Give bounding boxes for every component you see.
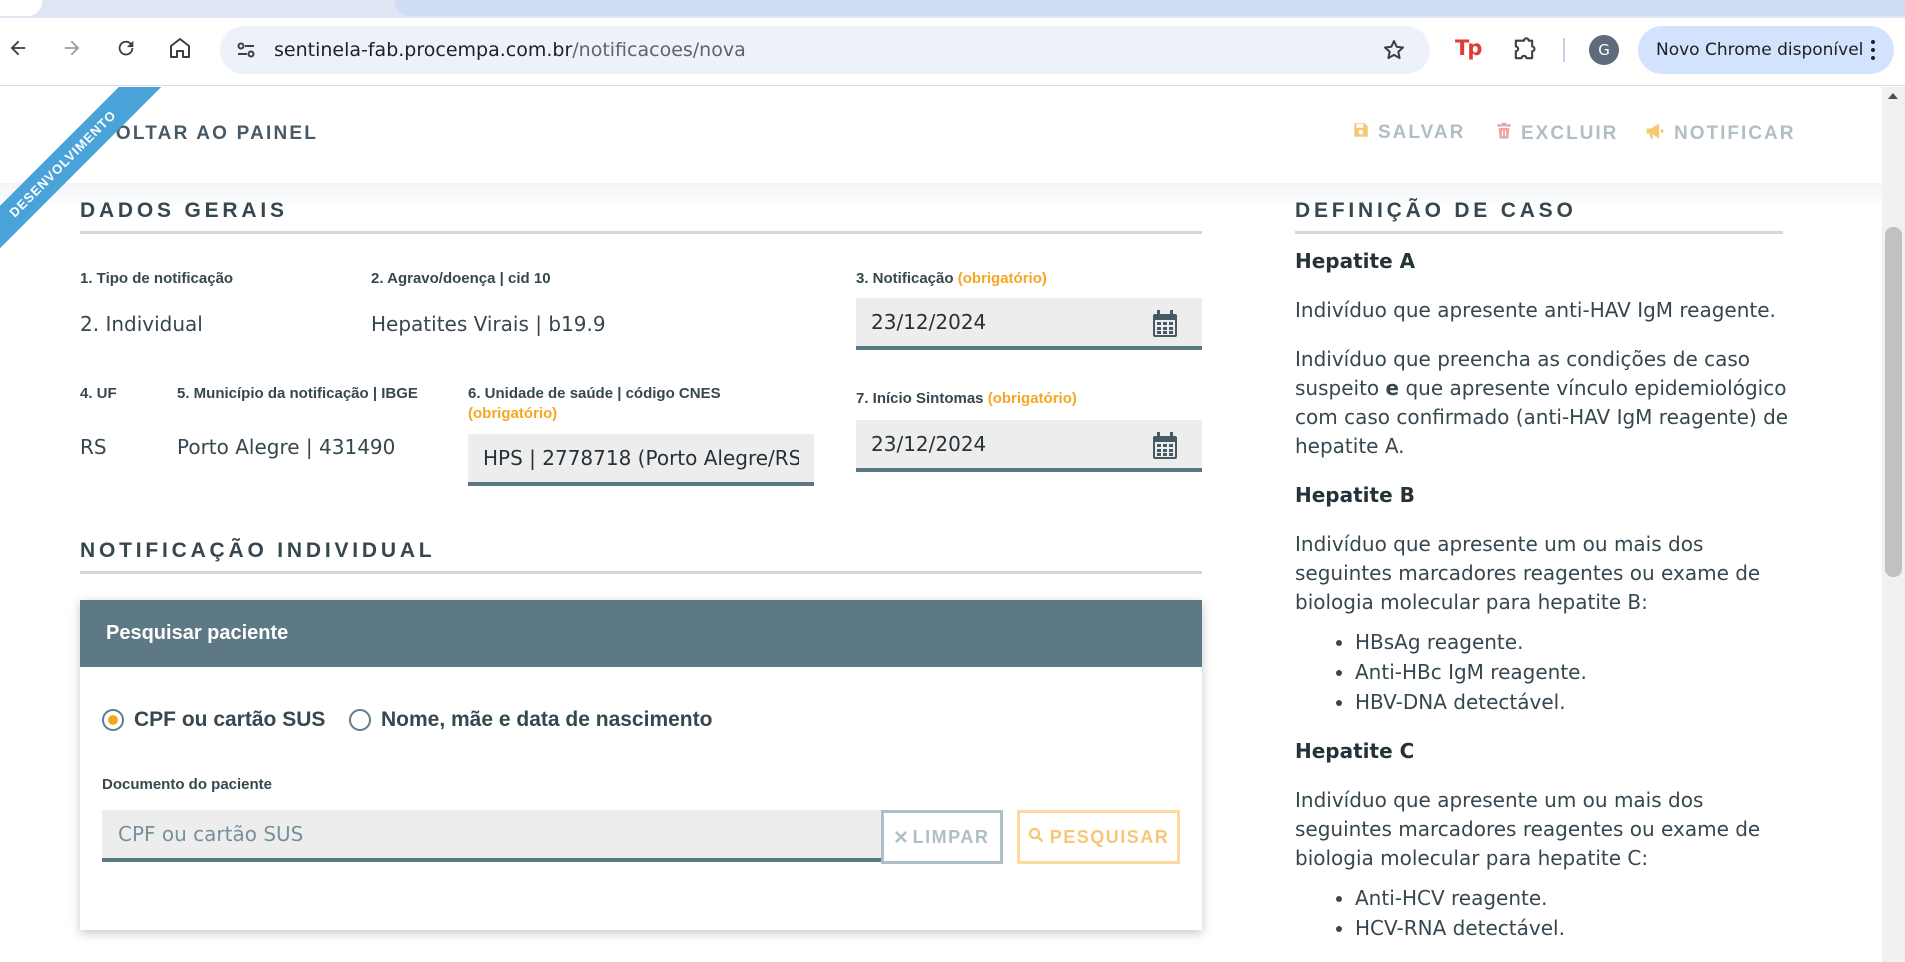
chrome-update-button[interactable]: Novo Chrome disponível bbox=[1638, 26, 1894, 74]
label-unidade-text: 6. Unidade de saúde | código CNES bbox=[468, 385, 721, 402]
label-agravo: 2. Agravo/doença | cid 10 bbox=[371, 270, 551, 287]
label-inicio-sintomas: 7. Início Sintomas (obrigatório) bbox=[856, 389, 1077, 409]
label-municipio: 5. Município da notificação | IBGE bbox=[177, 385, 418, 402]
radio-nome-label: Nome, mãe e data de nascimento bbox=[381, 708, 713, 731]
calendar-icon[interactable] bbox=[1152, 310, 1178, 338]
hepatite-c-list: Anti-HCV reagente. HCV-RNA detectável. bbox=[1355, 883, 1795, 943]
page-content: VOLTAR AO PAINEL SALVAR EXCLUIR NOTIFICA… bbox=[0, 87, 1882, 962]
hepatite-c-heading: Hepatite C bbox=[1295, 739, 1415, 763]
radio-cpf-label: CPF ou cartão SUS bbox=[134, 708, 326, 731]
extension-tp-icon[interactable]: Tp bbox=[1455, 36, 1482, 60]
home-icon[interactable] bbox=[164, 32, 196, 64]
back-icon[interactable] bbox=[2, 32, 34, 64]
browser-tabstrip bbox=[0, 0, 1905, 18]
url-path: /notificacoes/nova bbox=[572, 39, 746, 61]
floppy-disk-icon bbox=[1352, 121, 1370, 145]
notify-label: NOTIFICAR bbox=[1674, 123, 1796, 144]
radio-cpf[interactable] bbox=[102, 709, 124, 731]
address-bar[interactable]: sentinela-fab.procempa.com.br/notificaco… bbox=[220, 26, 1430, 74]
radio-nome[interactable] bbox=[349, 709, 371, 731]
label-tipo-notificacao: 1. Tipo de notificação bbox=[80, 270, 234, 287]
trash-icon bbox=[1495, 121, 1513, 147]
top-action-bar: VOLTAR AO PAINEL SALVAR EXCLUIR NOTIFICA… bbox=[0, 87, 1882, 183]
inicio-sintomas-value: 23/12/2024 bbox=[871, 432, 987, 456]
save-label: SALVAR bbox=[1378, 122, 1466, 143]
clear-label: LIMPAR bbox=[912, 826, 990, 847]
bookmark-star-icon[interactable] bbox=[1382, 38, 1406, 62]
page-scrollbar[interactable] bbox=[1882, 87, 1905, 962]
list-item: Anti-HBc IgM reagente. bbox=[1355, 657, 1795, 687]
section-title-notificacao-individual: NOTIFICAÇÃO INDIVIDUAL bbox=[80, 539, 1202, 574]
label-notificacao: 3. Notificação (obrigatório) bbox=[856, 269, 1047, 289]
save-button[interactable]: SALVAR bbox=[1352, 121, 1465, 145]
list-item: Anti-HCV reagente. bbox=[1355, 883, 1795, 913]
documento-paciente-input[interactable] bbox=[102, 810, 920, 858]
hepatite-b-heading: Hepatite B bbox=[1295, 483, 1415, 507]
label-notificacao-text: 3. Notificação bbox=[856, 270, 954, 287]
hepatite-a-paragraph-2: Indivíduo que preencha as condições de c… bbox=[1295, 345, 1795, 461]
radio-cpf-option[interactable]: CPF ou cartão SUS bbox=[102, 708, 325, 732]
value-municipio: Porto Alegre | 431490 bbox=[177, 435, 396, 459]
section-title-definicao-caso: DEFINIÇÃO DE CASO bbox=[1295, 199, 1783, 234]
case-definition-content: Hepatite A Indivíduo que apresente anti-… bbox=[1295, 247, 1795, 962]
notificacao-date-value: 23/12/2024 bbox=[871, 310, 987, 334]
tabstrip-background bbox=[395, 0, 1905, 16]
forward-icon[interactable] bbox=[56, 32, 88, 64]
patient-search-card: Pesquisar paciente CPF ou cartão SUS Nom… bbox=[80, 600, 1202, 930]
calendar-icon[interactable] bbox=[1152, 432, 1178, 460]
site-info-icon[interactable] bbox=[234, 38, 258, 62]
kebab-menu-icon[interactable] bbox=[1870, 38, 1876, 62]
toolbar-separator bbox=[1563, 38, 1565, 62]
required-tag: (obrigatório) bbox=[957, 270, 1047, 287]
label-unidade-saude: 6. Unidade de saúde | código CNES (obriga… bbox=[468, 384, 798, 424]
radio-nome-option[interactable]: Nome, mãe e data de nascimento bbox=[349, 708, 712, 732]
required-tag: (obrigatório) bbox=[468, 405, 558, 422]
search-icon bbox=[1028, 827, 1044, 848]
hepatite-a-paragraph-1: Indivíduo que apresente anti-HAV IgM rea… bbox=[1295, 298, 1776, 322]
scroll-thumb[interactable] bbox=[1885, 227, 1902, 577]
url-text[interactable]: sentinela-fab.procempa.com.br/notificaco… bbox=[274, 39, 746, 61]
hepatite-b-list: HBsAg reagente. Anti-HBc IgM reagente. H… bbox=[1355, 627, 1795, 717]
search-label: PESQUISAR bbox=[1049, 826, 1170, 847]
label-uf: 4. UF bbox=[80, 385, 117, 402]
label-inicio-text: 7. Início Sintomas bbox=[856, 390, 984, 407]
megaphone-icon bbox=[1644, 121, 1666, 147]
value-agravo: Hepatites Virais | b19.9 bbox=[371, 312, 606, 336]
notificacao-date-field[interactable]: 23/12/2024 bbox=[856, 298, 1202, 350]
url-host: sentinela-fab.procempa.com.br bbox=[274, 39, 573, 61]
scroll-up-arrow-icon[interactable] bbox=[1888, 93, 1898, 99]
back-to-dashboard-link[interactable]: VOLTAR AO PAINEL bbox=[101, 123, 318, 145]
clear-button[interactable]: LIMPAR bbox=[881, 810, 1003, 864]
list-item: HBsAg reagente. bbox=[1355, 627, 1795, 657]
list-item: HBV-DNA detectável. bbox=[1355, 687, 1795, 717]
section-title-dados-gerais: DADOS GERAIS bbox=[80, 199, 1202, 234]
extensions-puzzle-icon[interactable] bbox=[1510, 36, 1538, 64]
hepatite-b-paragraph: Indivíduo que apresente um ou mais dos s… bbox=[1295, 532, 1761, 614]
required-tag: (obrigatório) bbox=[987, 390, 1077, 407]
search-button[interactable]: PESQUISAR bbox=[1017, 810, 1180, 864]
update-label: Novo Chrome disponível bbox=[1656, 40, 1864, 60]
inicio-sintomas-date-field[interactable]: 23/12/2024 bbox=[856, 420, 1202, 472]
card-title: Pesquisar paciente bbox=[80, 600, 1202, 667]
reload-icon[interactable] bbox=[110, 32, 142, 64]
documento-paciente-field[interactable] bbox=[102, 810, 920, 862]
value-tipo-notificacao: 2. Individual bbox=[80, 312, 203, 336]
delete-label: EXCLUIR bbox=[1521, 123, 1619, 144]
profile-avatar[interactable]: G bbox=[1589, 35, 1619, 65]
label-documento-paciente: Documento do paciente bbox=[102, 776, 273, 793]
hepatite-c-paragraph: Indivíduo que apresente um ou mais dos s… bbox=[1295, 788, 1761, 870]
delete-button[interactable]: EXCLUIR bbox=[1495, 121, 1618, 147]
active-tab[interactable] bbox=[0, 0, 42, 16]
notify-button[interactable]: NOTIFICAR bbox=[1644, 121, 1795, 147]
list-item: HCV-RNA detectável. bbox=[1355, 913, 1795, 943]
value-uf: RS bbox=[80, 435, 107, 459]
unidade-saude-value: HPS | 2778718 (Porto Alegre/RS) bbox=[483, 446, 799, 470]
hep-a-p2-bold: e bbox=[1385, 376, 1400, 400]
close-icon bbox=[894, 827, 907, 848]
unidade-saude-field[interactable]: HPS | 2778718 (Porto Alegre/RS) bbox=[468, 434, 814, 486]
hepatite-a-heading: Hepatite A bbox=[1295, 249, 1416, 273]
